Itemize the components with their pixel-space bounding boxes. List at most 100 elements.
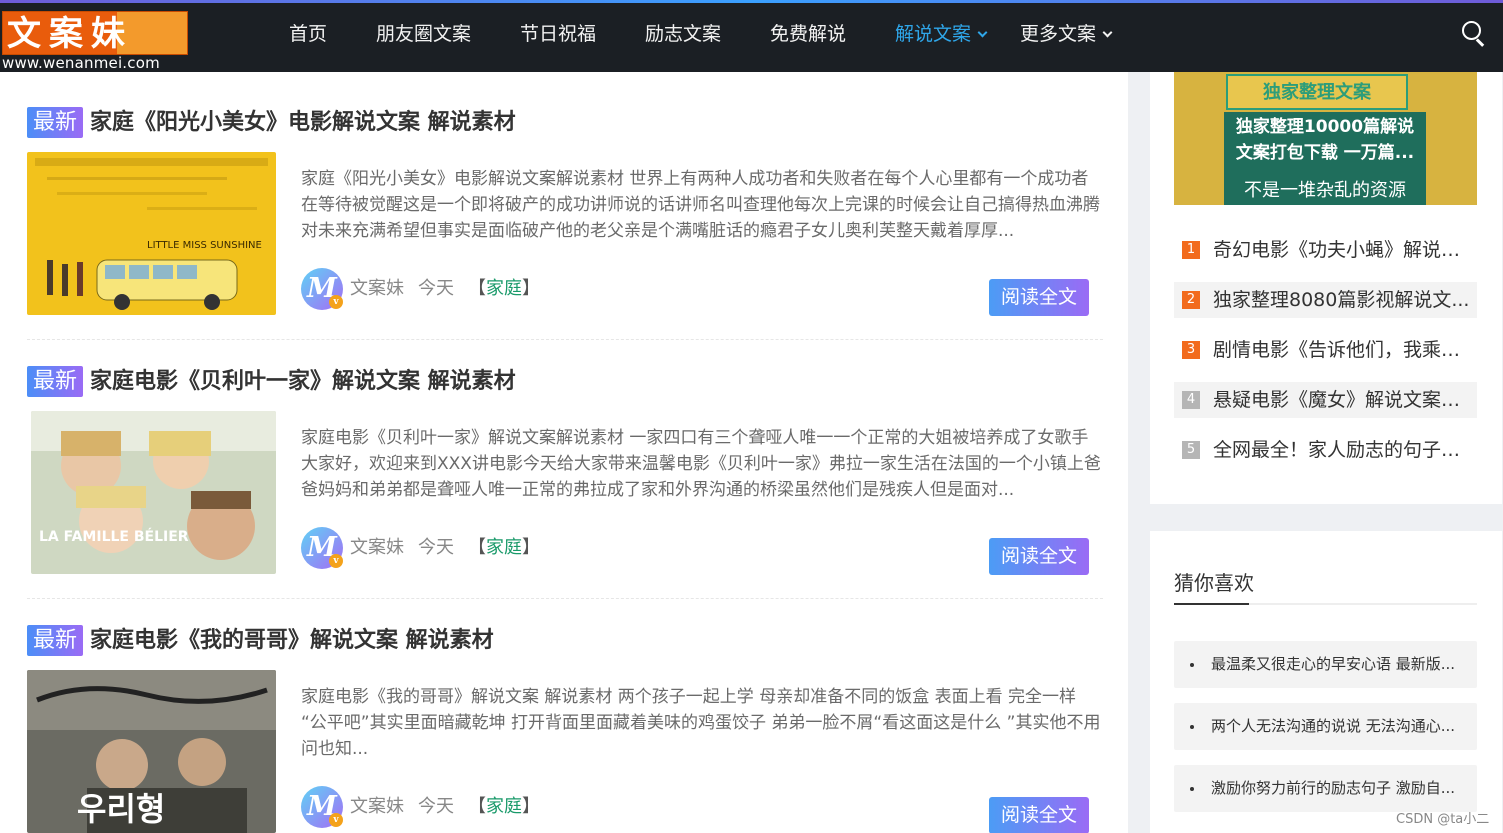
avatar[interactable]: Mv (301, 527, 343, 569)
post-category[interactable]: 【家庭】 (468, 527, 540, 569)
post-time: 今天 (418, 278, 454, 299)
search-icon[interactable] (1462, 21, 1486, 47)
post-title[interactable]: 家庭电影《贝利叶一家》解说文案 解说素材 (90, 366, 516, 397)
ad-line2: 文案打包下载 一万篇... (1235, 143, 1415, 163)
post-head[interactable]: 最新 家庭《阳光小美女》电影解说文案 解说素材 (27, 107, 516, 139)
bracket-open: 【 (468, 278, 486, 299)
verified-icon: v (329, 813, 343, 827)
poster-belier: LA FAMILLE BÉLIER (31, 411, 276, 574)
category-name: 家庭 (486, 537, 522, 558)
new-badge: 最新 (27, 366, 84, 397)
hot-item-text: 独家整理8080篇影视解说文... (1213, 289, 1470, 311)
bullet-icon (1190, 663, 1194, 667)
post-excerpt: 家庭《阳光小美女》电影解说文案解说素材 世界上有两种人成功者和失败者在每个人心里… (301, 169, 1100, 241)
bullet-icon (1190, 787, 1194, 791)
post-divider (27, 598, 1103, 599)
ad-top-text: 独家整理文案 (1226, 74, 1408, 110)
post-category[interactable]: 【家庭】 (468, 786, 540, 828)
poster-title: 우리형 (77, 790, 165, 828)
nav-item-home[interactable]: 首页 (289, 3, 327, 66)
hot-item[interactable]: 2 独家整理8080篇影视解说文... (1174, 282, 1477, 318)
list-item-text: 最温柔又很走心的早安心语 最新版... (1211, 655, 1456, 673)
hot-item[interactable]: 4 悬疑电影《魔女》解说文案完... (1174, 382, 1477, 418)
hot-item[interactable]: 3 剧情电影《告诉他们，我乘白... (1174, 332, 1477, 368)
nav-label: 免费解说 (770, 23, 847, 45)
ad-banner[interactable]: 独家整理文案 独家整理10000篇解说 文案打包下载 一万篇... 不是一堆杂乱… (1174, 72, 1477, 205)
post-title[interactable]: 家庭《阳光小美女》电影解说文案 解说素材 (90, 107, 516, 138)
rank-badge: 2 (1182, 291, 1200, 309)
search-icon-ring (1462, 21, 1481, 40)
list-item[interactable]: 激励你努力前行的励志句子 激励自... (1174, 765, 1477, 812)
post-thumbnail[interactable]: 우리형 (27, 670, 276, 833)
nav-label: 首页 (289, 23, 328, 45)
post-thumbnail[interactable]: LITTLE MISS SUNSHINE (27, 152, 276, 315)
read-more-button[interactable]: 阅读全文 (989, 797, 1089, 833)
post-title[interactable]: 家庭电影《我的哥哥》解说文案 解说素材 (90, 625, 494, 656)
post-author[interactable]: 文案妹 (350, 527, 404, 569)
poster-title: LITTLE MISS SUNSHINE (147, 240, 262, 251)
category-name: 家庭 (486, 796, 522, 817)
site-logo[interactable]: 文案妹 www.wenanmei.com (2, 11, 190, 73)
read-more-button[interactable]: 阅读全文 (989, 538, 1089, 575)
nav-item-free-commentary[interactable]: 免费解说 (770, 3, 846, 66)
post-thumbnail[interactable]: LA FAMILLE BÉLIER (31, 411, 276, 574)
nav-item-moments[interactable]: 朋友圈文案 (376, 3, 471, 66)
bullet-icon (1190, 725, 1194, 729)
post-excerpt: 家庭电影《贝利叶一家》解说文案解说素材 一家四口有三个聋哑人唯一一个正常的大姐被… (301, 428, 1101, 500)
hot-item[interactable]: 5 全网最全！家人励志的句子精... (1174, 432, 1477, 468)
nav-item-more[interactable]: 更多文案 (1020, 3, 1113, 66)
list-item-text: 两个人无法沟通的说说 无法沟通心... (1211, 717, 1456, 735)
ad-line1: 独家整理10000篇解说 (1235, 117, 1415, 137)
rank-badge: 4 (1182, 391, 1200, 409)
guess-underline (1174, 603, 1477, 605)
hot-item-text: 奇幻电影《功夫小蝇》解说文... (1213, 239, 1475, 261)
post-author[interactable]: 文案妹 (350, 268, 404, 310)
hot-item-text: 剧情电影《告诉他们，我乘白... (1213, 339, 1475, 361)
poster-sunshine: LITTLE MISS SUNSHINE (27, 152, 276, 315)
hot-card: 独家整理文案 独家整理10000篇解说 文案打包下载 一万篇... 不是一堆杂乱… (1150, 72, 1502, 504)
post-category[interactable]: 【家庭】 (468, 268, 540, 310)
list-item[interactable]: 两个人无法沟通的说说 无法沟通心... (1174, 703, 1477, 750)
hot-item-text: 全网最全！家人励志的句子精... (1213, 439, 1475, 461)
post-time: 今天 (418, 537, 454, 558)
search-icon-handle (1476, 38, 1485, 47)
bracket-open: 【 (468, 796, 486, 817)
poster-title: LA FAMILLE BÉLIER (39, 528, 189, 545)
post-divider (27, 339, 1103, 340)
nav-label: 朋友圈文案 (376, 23, 472, 45)
site-header: 文案妹 www.wenanmei.com 首页 朋友圈文案 节日祝福 励志文案 … (0, 3, 1503, 72)
watermark: CSDN @ta小二 (1396, 812, 1490, 827)
logo-box: 文案妹 (2, 11, 188, 55)
post-head[interactable]: 最新 家庭电影《贝利叶一家》解说文案 解说素材 (27, 366, 516, 398)
bracket-close: 】 (522, 796, 540, 817)
bracket-close: 】 (522, 278, 540, 299)
nav-item-commentary[interactable]: 解说文案 (895, 3, 988, 66)
nav-label: 励志文案 (645, 23, 722, 45)
nav-item-festival[interactable]: 节日祝福 (520, 3, 596, 66)
sidebar: 独家整理文案 独家整理10000篇解说 文案打包下载 一万篇... 不是一堆杂乱… (1150, 72, 1502, 833)
post-excerpt: 家庭电影《我的哥哥》解说文案 解说素材 两个孩子一起上学 母亲却准备不同的饭盒 … (301, 687, 1101, 759)
post-list: 最新 家庭《阳光小美女》电影解说文案 解说素材 LITTLE MISS SUNSH… (0, 72, 1128, 833)
new-badge: 最新 (27, 107, 84, 138)
list-item[interactable]: 最温柔又很走心的早安心语 最新版... (1174, 641, 1477, 688)
ad-bottom-text: 不是一堆杂乱的资源 (1244, 180, 1406, 201)
nav-label: 更多文案 (1020, 23, 1097, 45)
nav-label: 解说文案 (895, 23, 972, 45)
avatar[interactable]: Mv (301, 786, 343, 828)
avatar[interactable]: Mv (301, 268, 343, 310)
nav-item-inspire[interactable]: 励志文案 (645, 3, 721, 66)
chevron-down-icon (1102, 27, 1113, 38)
guess-card: 猜你喜欢 最温柔又很走心的早安心语 最新版... 两个人无法沟通的说说 无法沟通… (1150, 531, 1502, 833)
hot-item[interactable]: 1 奇幻电影《功夫小蝇》解说文... (1174, 232, 1477, 268)
read-more-button[interactable]: 阅读全文 (989, 279, 1089, 316)
verified-icon: v (329, 554, 343, 568)
rank-badge: 5 (1182, 441, 1200, 459)
post-head[interactable]: 最新 家庭电影《我的哥哥》解说文案 解说素材 (27, 625, 494, 657)
guess-title: 猜你喜欢 (1174, 571, 1254, 595)
new-badge: 最新 (27, 625, 84, 656)
logo-url: www.wenanmei.com (2, 55, 190, 72)
bracket-close: 】 (522, 537, 540, 558)
rank-badge: 3 (1182, 341, 1200, 359)
post-author[interactable]: 文案妹 (350, 786, 404, 828)
category-name: 家庭 (486, 278, 522, 299)
